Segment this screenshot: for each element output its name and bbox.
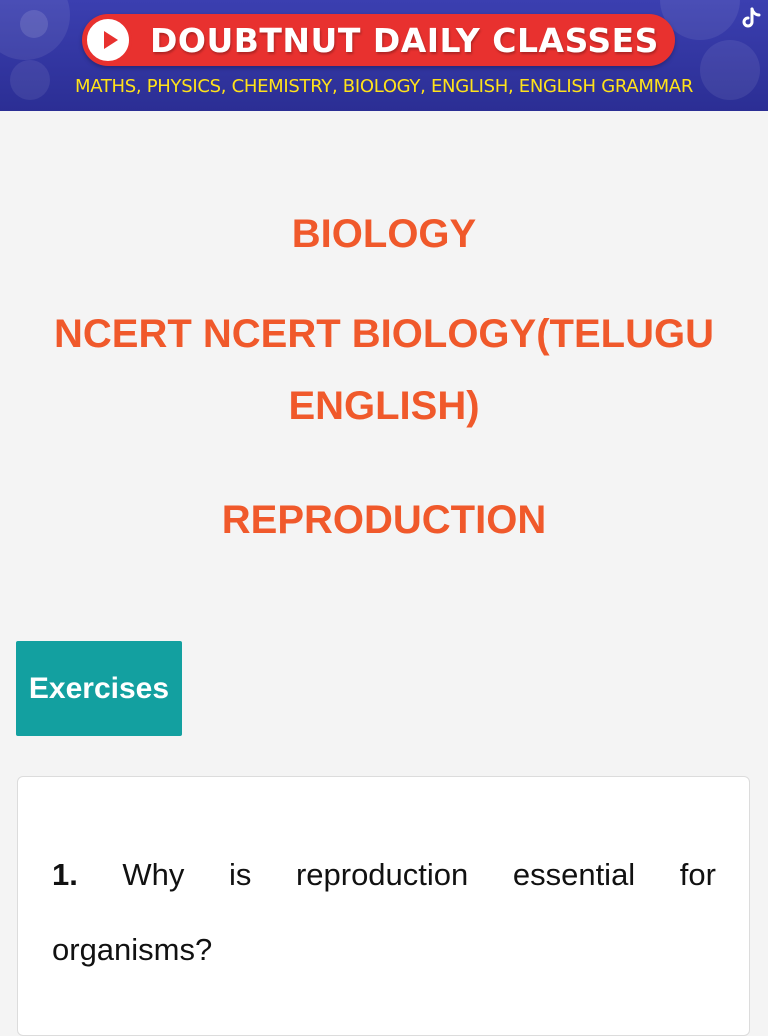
book-title: NCERT NCERT BIOLOGY(TELUGU ENGLISH) — [54, 312, 714, 428]
question-text-line: 1. Why is reproduction essential for — [52, 855, 716, 895]
promo-banner[interactable]: DOUBTNUT DAILY CLASSES MATHS, PHYSICS, C… — [0, 0, 768, 111]
exercises-tab[interactable]: Exercises — [16, 641, 182, 736]
question-text-continuation: organisms? — [52, 932, 213, 967]
question-number: 1. — [52, 857, 78, 892]
play-icon[interactable] — [84, 16, 132, 64]
tiktok-icon[interactable] — [738, 6, 764, 32]
question-card[interactable]: 1. Why is reproduction essential for org… — [17, 776, 750, 1036]
page-header: BIOLOGY NCERT NCERT BIOLOGY(TELUGU ENGLI… — [0, 128, 768, 618]
question-word: essential — [512, 857, 636, 892]
banner-subjects: MATHS, PHYSICS, CHEMISTRY, BIOLOGY, ENGL… — [74, 76, 694, 97]
subject-title: BIOLOGY — [291, 212, 477, 256]
question-word: is — [228, 857, 252, 892]
banner-decoration — [20, 10, 48, 38]
question-word: reproduction — [295, 857, 469, 892]
banner-title: DOUBTNUT DAILY CLASSES — [150, 21, 659, 60]
question-word: Why — [122, 857, 185, 892]
question-word: for — [679, 857, 716, 892]
chapter-title: REPRODUCTION — [221, 498, 547, 542]
